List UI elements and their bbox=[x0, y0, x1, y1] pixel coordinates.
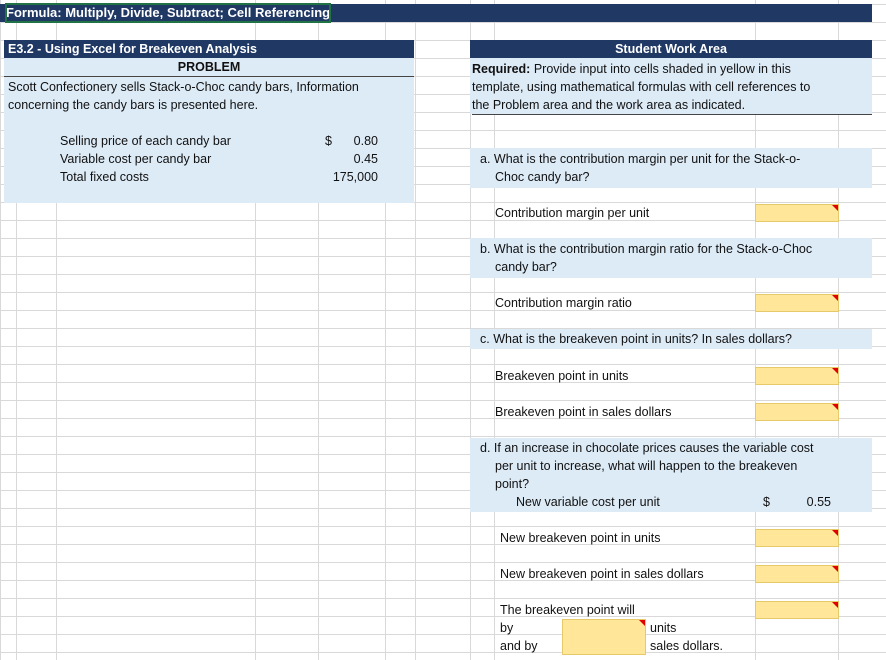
new-breakeven-units-label[interactable]: New breakeven point in units bbox=[500, 529, 661, 547]
selling-price-value[interactable]: 0.80 bbox=[320, 132, 378, 150]
question-d-line1[interactable]: d. If an increase in chocolate prices ca… bbox=[480, 439, 814, 457]
required-line2[interactable]: template, using mathematical formulas wi… bbox=[472, 78, 810, 96]
contribution-margin-ratio-label[interactable]: Contribution margin ratio bbox=[495, 294, 632, 312]
required-label: Required: bbox=[472, 62, 531, 76]
sheet-title[interactable]: Formula: Multiply, Divide, Subtract; Cel… bbox=[4, 3, 332, 23]
new-variable-cost-currency: $ bbox=[763, 495, 770, 509]
new-breakeven-sales-label[interactable]: New breakeven point in sales dollars bbox=[500, 565, 704, 583]
contribution-margin-unit-label[interactable]: Contribution margin per unit bbox=[495, 204, 649, 222]
required-text-1: Provide input into cells shaded in yello… bbox=[530, 62, 791, 76]
required-line3[interactable]: the Problem area and the work area as in… bbox=[472, 96, 872, 115]
work-header[interactable]: Student Work Area bbox=[470, 40, 872, 58]
problem-description-line1[interactable]: Scott Confectionery sells Stack-o-Choc c… bbox=[8, 78, 359, 96]
breakeven-sales-label[interactable]: Breakeven point in sales dollars bbox=[495, 403, 672, 421]
selling-price-label[interactable]: Selling price of each candy bar bbox=[60, 132, 231, 150]
new-variable-cost-value[interactable]: 0.55 bbox=[780, 493, 831, 511]
question-a-line2[interactable]: Choc candy bar? bbox=[495, 168, 590, 186]
question-c-text[interactable]: c. What is the breakeven point in units?… bbox=[480, 330, 792, 348]
breakeven-units-input[interactable] bbox=[755, 367, 839, 385]
breakeven-units-label[interactable]: Breakeven point in units bbox=[495, 367, 628, 385]
breakeven-sales-input[interactable] bbox=[755, 403, 839, 421]
fixed-costs-label[interactable]: Total fixed costs bbox=[60, 168, 149, 186]
variable-cost-value[interactable]: 0.45 bbox=[320, 150, 378, 168]
variable-cost-label[interactable]: Variable cost per candy bar bbox=[60, 150, 211, 168]
new-variable-cost-label[interactable]: New variable cost per unit bbox=[516, 493, 660, 511]
problem-description-line2[interactable]: concerning the candy bars is presented h… bbox=[8, 96, 258, 114]
problem-header[interactable]: E3.2 - Using Excel for Breakeven Analysi… bbox=[8, 40, 257, 58]
change-units-input[interactable] bbox=[562, 619, 646, 655]
question-d-line3[interactable]: point? bbox=[495, 475, 529, 493]
question-b-line1[interactable]: b. What is the contribution margin ratio… bbox=[480, 240, 812, 258]
contribution-margin-unit-input[interactable] bbox=[755, 204, 839, 222]
new-breakeven-sales-input[interactable] bbox=[755, 565, 839, 583]
question-a-line1[interactable]: a. What is the contribution margin per u… bbox=[480, 150, 800, 168]
contribution-margin-ratio-input[interactable] bbox=[755, 294, 839, 312]
by-label[interactable]: by bbox=[500, 619, 513, 637]
breakeven-will-label[interactable]: The breakeven point will bbox=[500, 601, 635, 619]
question-b-line2[interactable]: candy bar? bbox=[495, 258, 557, 276]
problem-subheader[interactable]: PROBLEM bbox=[4, 58, 414, 77]
required-line1[interactable]: Required: Provide input into cells shade… bbox=[472, 60, 791, 78]
fixed-costs-value[interactable]: 175,000 bbox=[300, 168, 378, 186]
sales-dollars-label[interactable]: sales dollars. bbox=[650, 637, 723, 655]
breakeven-will-input[interactable] bbox=[755, 601, 839, 619]
and-by-label[interactable]: and by bbox=[500, 637, 538, 655]
question-d-line2[interactable]: per unit to increase, what will happen t… bbox=[495, 457, 797, 475]
units-label[interactable]: units bbox=[650, 619, 676, 637]
new-breakeven-units-input[interactable] bbox=[755, 529, 839, 547]
